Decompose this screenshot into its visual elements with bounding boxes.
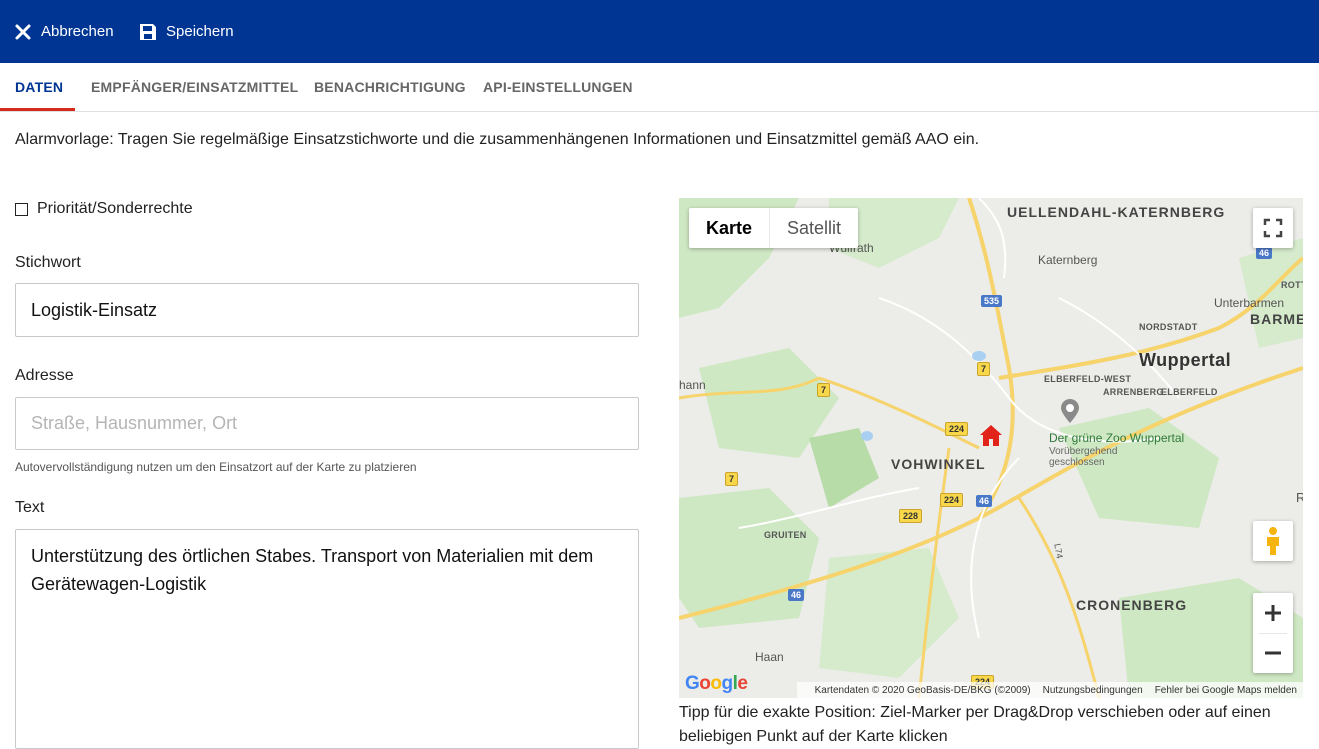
save-icon — [139, 23, 157, 41]
road-shield-46: 46 — [788, 589, 805, 601]
tab-bar: DATEN EMPFÄNGER/EINSATZMITTEL BENACHRICH… — [0, 63, 1319, 112]
tab-benachrichtigung[interactable]: BENACHRICHTIGUNG — [314, 63, 466, 111]
address-hint: Autovervollständigung nutzen um den Eins… — [15, 460, 417, 474]
top-toolbar: Abbrechen Speichern — [0, 0, 1319, 63]
tab-api-einstellungen[interactable]: API-EINSTELLUNGEN — [483, 63, 633, 111]
map-label-zoo-note1: Vorübergehend — [1049, 446, 1118, 457]
map-label-rott: ROTT — [1281, 280, 1303, 290]
google-logo[interactable]: Google — [685, 673, 748, 695]
tab-daten[interactable]: DATEN — [15, 63, 63, 111]
map-label-katernberg: Katernberg — [1038, 253, 1098, 267]
map-label-elberfeld: ELBERFELD — [1161, 387, 1218, 397]
minus-icon — [1265, 651, 1281, 655]
map-label-gruiten: GRUITEN — [764, 530, 807, 540]
road-shield-535: 535 — [981, 295, 1003, 307]
map-label-cronenberg: CRONENBERG — [1076, 597, 1188, 613]
plus-icon — [1265, 605, 1281, 621]
map-view[interactable]: UELLENDAHL-KATERNBERG Katernberg Unterba… — [679, 198, 1303, 698]
map-data-credit: Kartendaten © 2020 GeoBasis-DE/BKG (©200… — [814, 684, 1031, 696]
tab-empfaenger-einsatzmittel[interactable]: EMPFÄNGER/EINSATZMITTEL — [91, 63, 298, 111]
map-type-karte[interactable]: Karte — [689, 208, 769, 248]
target-marker-house-icon[interactable] — [979, 424, 1003, 453]
close-icon — [14, 23, 32, 41]
pegman-icon — [1267, 527, 1279, 555]
map-label-unterbarmen: Unterbarmen — [1214, 296, 1285, 310]
terms-link[interactable]: Nutzungsbedingungen — [1043, 685, 1143, 696]
save-label: Speichern — [166, 23, 234, 40]
zoom-out-button[interactable] — [1253, 633, 1293, 673]
road-shield-7: 7 — [817, 383, 831, 397]
road-shield-46: 46 — [976, 495, 993, 507]
street-view-button[interactable] — [1253, 521, 1293, 561]
save-button[interactable]: Speichern — [139, 0, 234, 63]
address-input[interactable] — [15, 397, 639, 450]
road-shield-228: 228 — [899, 509, 923, 523]
road-shield-7: 7 — [977, 362, 991, 376]
road-shield-46: 46 — [1256, 247, 1273, 259]
address-label: Adresse — [15, 367, 74, 384]
fullscreen-button[interactable] — [1253, 208, 1293, 248]
active-tab-indicator — [0, 108, 75, 111]
zoo-icon — [1060, 399, 1080, 428]
zoom-in-button[interactable] — [1253, 593, 1293, 633]
map-type-control: Karte Satellit — [689, 208, 859, 248]
road-shield-7: 7 — [725, 472, 739, 486]
map-attribution: Kartendaten © 2020 GeoBasis-DE/BKG (©200… — [796, 682, 1303, 698]
map-label-haan: Haan — [755, 650, 784, 664]
map-label-nordstadt: NORDSTADT — [1139, 322, 1198, 332]
zoom-separator — [1259, 633, 1287, 634]
priority-label: Priorität/Sonderrechte — [37, 200, 193, 217]
map-label-vohwinkel: VOHWINKEL — [891, 456, 986, 472]
priority-checkbox-row[interactable]: Priorität/Sonderrechte — [15, 200, 193, 218]
keyword-label: Stichwort — [15, 254, 81, 271]
keyword-input[interactable] — [15, 283, 639, 337]
map-tip-text: Tipp für die exakte Position: Ziel-Marke… — [679, 704, 1271, 745]
map-label-barmen: BARME — [1250, 311, 1303, 327]
map-label-zoo-note2: geschlossen — [1049, 457, 1105, 468]
map-label-arrenberg: ARRENBERG — [1103, 387, 1164, 397]
map-label-uellendahl: UELLENDAHL-KATERNBERG — [1007, 204, 1226, 220]
cancel-button[interactable]: Abbrechen — [14, 0, 114, 63]
cancel-label: Abbrechen — [41, 23, 114, 40]
road-shield-224: 224 — [945, 422, 969, 436]
map-label-zoo: Der grüne Zoo Wuppertal — [1049, 431, 1185, 445]
map-label-wuppertal: Wuppertal — [1139, 350, 1232, 370]
priority-checkbox[interactable] — [15, 202, 28, 216]
map-label-hann: hann — [679, 378, 706, 392]
map-type-satellit[interactable]: Satellit — [769, 208, 858, 248]
map-label-r: R — [1296, 490, 1303, 505]
road-shield-224: 224 — [940, 493, 964, 507]
zoom-control — [1253, 593, 1293, 673]
fullscreen-icon — [1263, 218, 1283, 238]
text-label: Text — [15, 499, 45, 516]
text-textarea[interactable] — [15, 529, 639, 749]
report-error-link[interactable]: Fehler bei Google Maps melden — [1155, 685, 1297, 696]
intro-text: Alarmvorlage: Tragen Sie regelmäßige Ein… — [15, 131, 980, 148]
map-label-elberfeld-west: ELBERFELD-WEST — [1044, 374, 1132, 384]
